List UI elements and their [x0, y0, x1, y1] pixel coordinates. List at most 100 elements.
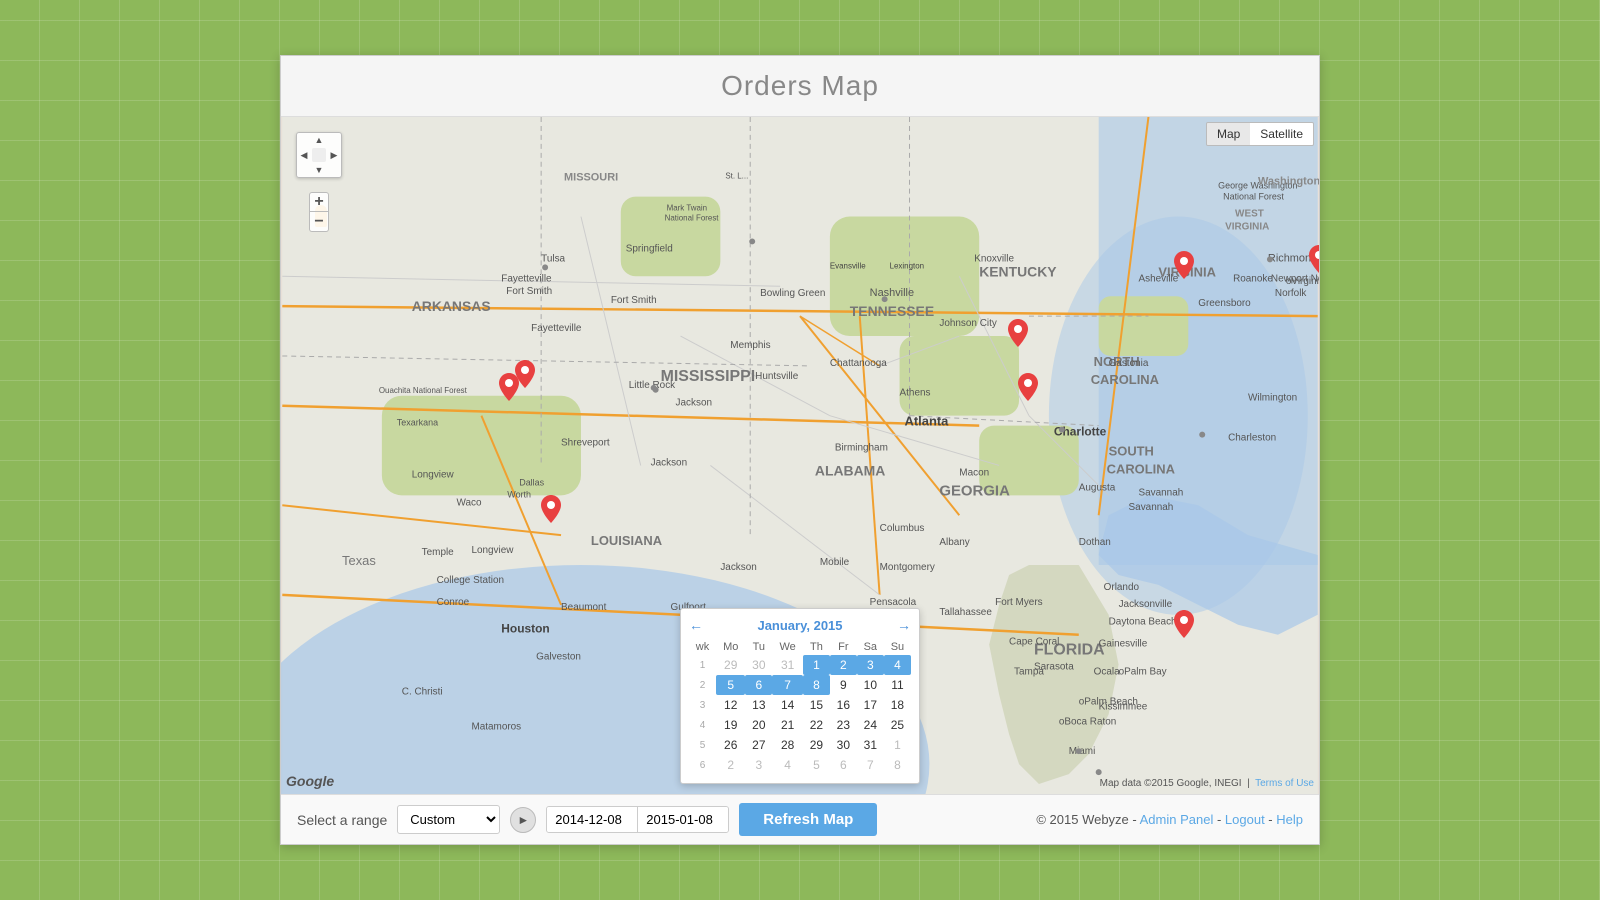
range-dropdown[interactable]: CustomTodayThis WeekThis MonthLast Month	[397, 805, 500, 834]
calendar-next-button[interactable]: →	[897, 617, 911, 633]
calendar-day[interactable]: 13	[745, 695, 772, 715]
arrow-button[interactable]: ►	[510, 807, 536, 833]
zoom-controls[interactable]: + −	[309, 192, 329, 232]
svg-text:Pensacola: Pensacola	[870, 597, 917, 608]
svg-text:Savannah: Savannah	[1129, 502, 1174, 513]
svg-text:Macon: Macon	[959, 467, 989, 478]
svg-text:Temple: Temple	[422, 547, 455, 558]
date-to-input[interactable]	[638, 807, 728, 832]
zoom-out-button[interactable]: −	[309, 212, 329, 232]
calendar-col-header: We	[772, 639, 803, 655]
svg-text:Memphis: Memphis	[730, 340, 770, 351]
svg-text:Montgomery: Montgomery	[880, 562, 935, 573]
pan-control-box[interactable]: ▲ ◀ ▶ ▼	[296, 132, 342, 178]
map-pin-8[interactable]	[1309, 245, 1319, 273]
pan-left-button[interactable]: ◀	[297, 148, 311, 162]
logout-link[interactable]: Logout	[1225, 812, 1265, 827]
svg-text:Longview: Longview	[471, 545, 514, 556]
svg-text:Conroe: Conroe	[437, 597, 470, 608]
svg-text:CAROLINA: CAROLINA	[1091, 372, 1159, 387]
calendar-day[interactable]: 27	[745, 735, 772, 755]
svg-text:Galveston: Galveston	[536, 652, 581, 663]
calendar-day[interactable]: 31	[857, 735, 884, 755]
calendar-day[interactable]: 4	[772, 755, 803, 775]
calendar-day[interactable]: 4	[884, 655, 911, 675]
help-link[interactable]: Help	[1276, 812, 1303, 827]
calendar-week-number: 3	[689, 695, 716, 715]
calendar-day[interactable]: 25	[884, 715, 911, 735]
calendar-day[interactable]: 30	[745, 655, 772, 675]
bottom-toolbar: Select a range CustomTodayThis WeekThis …	[281, 794, 1319, 844]
calendar-day[interactable]: 29	[716, 655, 745, 675]
date-from-input[interactable]	[547, 807, 637, 832]
map-pin-3[interactable]	[541, 495, 561, 523]
calendar-day[interactable]: 6	[830, 755, 857, 775]
map-pin-5[interactable]	[1018, 373, 1038, 401]
calendar-day[interactable]: 7	[772, 675, 803, 695]
map-pin-6[interactable]	[1174, 251, 1194, 279]
calendar-day[interactable]: 21	[772, 715, 803, 735]
pan-right-button[interactable]: ▶	[327, 148, 341, 162]
calendar-day[interactable]: 20	[745, 715, 772, 735]
map-type-map-button[interactable]: Map	[1207, 123, 1250, 145]
calendar-col-header: Tu	[745, 639, 772, 655]
calendar-week-row: 12930311234	[689, 655, 911, 675]
pan-up-button[interactable]: ▲	[312, 133, 326, 147]
calendar-day[interactable]: 11	[884, 675, 911, 695]
svg-text:Fort Myers: Fort Myers	[995, 597, 1043, 608]
calendar-day[interactable]: 29	[803, 735, 830, 755]
map-pin-7[interactable]	[1174, 610, 1194, 638]
calendar-day[interactable]: 12	[716, 695, 745, 715]
terms-of-use-link[interactable]: Terms of Use	[1255, 778, 1314, 789]
calendar-day[interactable]: 8	[803, 675, 830, 695]
map-pan-controls[interactable]: ▲ ◀ ▶ ▼	[296, 132, 342, 178]
calendar-day[interactable]: 14	[772, 695, 803, 715]
calendar-day[interactable]: 10	[857, 675, 884, 695]
calendar-day[interactable]: 2	[716, 755, 745, 775]
calendar-headers-row: wkMoTuWeThFrSaSu	[689, 639, 911, 655]
calendar-day[interactable]: 6	[745, 675, 772, 695]
calendar-day[interactable]: 16	[830, 695, 857, 715]
calendar-day[interactable]: 30	[830, 735, 857, 755]
calendar-body: 1293031123425678910113121314151617184192…	[689, 655, 911, 775]
calendar-day[interactable]: 8	[884, 755, 911, 775]
calendar-day[interactable]: 18	[884, 695, 911, 715]
map-pin-4[interactable]	[1008, 319, 1028, 347]
pan-center-button[interactable]	[312, 148, 326, 162]
calendar-col-header: Fr	[830, 639, 857, 655]
calendar-day[interactable]: 3	[745, 755, 772, 775]
map-type-satellite-button[interactable]: Satellite	[1250, 123, 1313, 145]
calendar-day[interactable]: 17	[857, 695, 884, 715]
calendar-day[interactable]: 24	[857, 715, 884, 735]
admin-panel-link[interactable]: Admin Panel	[1140, 812, 1214, 827]
map-type-controls[interactable]: Map Satellite	[1206, 122, 1314, 146]
calendar-day[interactable]: 26	[716, 735, 745, 755]
calendar-day[interactable]: 3	[857, 655, 884, 675]
calendar-day[interactable]: 5	[803, 755, 830, 775]
calendar-day[interactable]: 31	[772, 655, 803, 675]
calendar-prev-button[interactable]: ←	[689, 617, 703, 633]
svg-text:Longview: Longview	[412, 469, 455, 480]
calendar-day[interactable]: 28	[772, 735, 803, 755]
calendar-day[interactable]: 2	[830, 655, 857, 675]
select-range-label: Select a range	[297, 812, 387, 828]
calendar-day[interactable]: 19	[716, 715, 745, 735]
calendar-day[interactable]: 7	[857, 755, 884, 775]
calendar-day[interactable]: 15	[803, 695, 830, 715]
calendar-day[interactable]: 22	[803, 715, 830, 735]
calendar-day[interactable]: 5	[716, 675, 745, 695]
calendar-day[interactable]: 1	[884, 735, 911, 755]
map-pin-2[interactable]	[515, 360, 535, 388]
svg-text:oPalm Bay: oPalm Bay	[1119, 667, 1167, 678]
calendar-day[interactable]: 1	[803, 655, 830, 675]
calendar-day[interactable]: 9	[830, 675, 857, 695]
refresh-map-button[interactable]: Refresh Map	[739, 803, 877, 836]
svg-text:Columbus: Columbus	[880, 523, 925, 534]
map-credits: Map data ©2015 Google, INEGI | Terms of …	[1100, 778, 1314, 789]
svg-text:Miami: Miami	[1069, 746, 1096, 757]
pan-down-button[interactable]: ▼	[312, 163, 326, 177]
svg-text:Texarkana: Texarkana	[397, 418, 438, 428]
calendar-day[interactable]: 23	[830, 715, 857, 735]
zoom-in-button[interactable]: +	[309, 192, 329, 212]
svg-text:Asheville: Asheville	[1139, 273, 1179, 284]
